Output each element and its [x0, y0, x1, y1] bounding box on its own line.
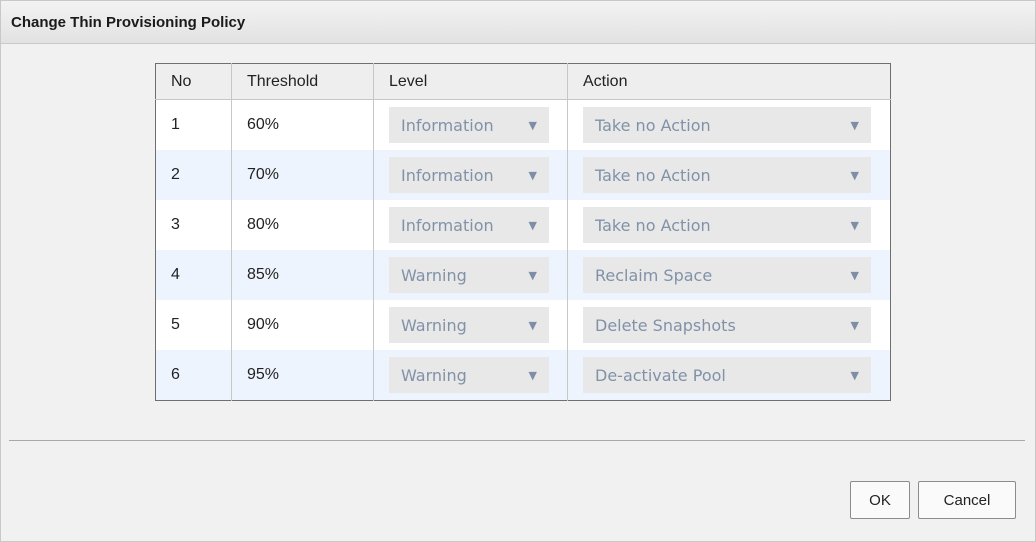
action-select[interactable]: Take no Action ▼ [583, 107, 871, 143]
table-row: 5 90% Warning ▼ Delete Snapshots ▼ [155, 300, 891, 350]
level-cell: Warning ▼ [373, 250, 568, 300]
level-cell: Information ▼ [373, 200, 568, 250]
dropdown-arrow-icon: ▼ [528, 118, 537, 132]
level-select[interactable]: Warning ▼ [389, 357, 549, 393]
row-no: 4 [155, 250, 232, 300]
dialog-titlebar: Change Thin Provisioning Policy [1, 1, 1035, 44]
action-cell: Reclaim Space ▼ [567, 250, 891, 300]
dropdown-arrow-icon: ▼ [850, 368, 859, 382]
level-select[interactable]: Warning ▼ [389, 257, 549, 293]
level-select[interactable]: Warning ▼ [389, 307, 549, 343]
level-select-value: Information [401, 215, 494, 235]
row-no: 2 [155, 150, 232, 200]
level-cell: Information ▼ [373, 99, 568, 150]
action-select[interactable]: De-activate Pool ▼ [583, 357, 871, 393]
row-no: 5 [155, 300, 232, 350]
table-row: 3 80% Information ▼ Take no Action ▼ [155, 200, 891, 250]
dropdown-arrow-icon: ▼ [528, 168, 537, 182]
action-cell: Take no Action ▼ [567, 150, 891, 200]
action-select-value: Take no Action [595, 115, 711, 135]
row-no: 1 [155, 99, 232, 150]
action-select-value: Take no Action [595, 215, 711, 235]
level-select-value: Warning [401, 365, 467, 385]
table-row: 2 70% Information ▼ Take no Action ▼ [155, 150, 891, 200]
row-no: 3 [155, 200, 232, 250]
dropdown-arrow-icon: ▼ [850, 318, 859, 332]
dropdown-arrow-icon: ▼ [528, 318, 537, 332]
action-cell: Delete Snapshots ▼ [568, 300, 891, 350]
table-row: 6 95% Warning ▼ De-activate Pool ▼ [155, 350, 891, 401]
level-select[interactable]: Information ▼ [389, 157, 549, 193]
dropdown-arrow-icon: ▼ [850, 218, 859, 232]
table-row: 1 60% Information ▼ Take no Action ▼ [155, 99, 891, 151]
dropdown-arrow-icon: ▼ [850, 118, 859, 132]
header-action: Action [567, 63, 891, 100]
row-threshold: 90% [231, 300, 374, 350]
row-threshold: 95% [231, 350, 374, 401]
cancel-button[interactable]: Cancel [918, 481, 1016, 519]
dropdown-arrow-icon: ▼ [528, 268, 537, 282]
level-cell: Information ▼ [373, 150, 568, 200]
dialog-title: Change Thin Provisioning Policy [11, 13, 246, 31]
row-threshold: 60% [231, 99, 374, 150]
dropdown-arrow-icon: ▼ [528, 368, 537, 382]
header-level: Level [373, 63, 568, 100]
level-select-value: Warning [401, 265, 467, 285]
action-cell: Take no Action ▼ [568, 200, 891, 250]
dropdown-arrow-icon: ▼ [850, 168, 859, 182]
action-select[interactable]: Take no Action ▼ [583, 157, 871, 193]
action-cell: Take no Action ▼ [568, 100, 891, 151]
row-threshold: 70% [231, 150, 374, 200]
footer-divider [9, 440, 1025, 441]
row-no: 6 [155, 350, 232, 401]
header-threshold: Threshold [231, 63, 374, 100]
level-cell: Warning ▼ [373, 350, 568, 401]
row-threshold: 85% [231, 250, 374, 300]
action-select[interactable]: Take no Action ▼ [583, 207, 871, 243]
action-select-value: Reclaim Space [595, 265, 713, 285]
change-thin-provisioning-policy-dialog: Change Thin Provisioning Policy No Thres… [0, 0, 1036, 542]
level-select[interactable]: Information ▼ [389, 207, 549, 243]
table-header-row: No Threshold Level Action [155, 63, 891, 100]
action-select-value: De-activate Pool [595, 365, 726, 385]
level-select[interactable]: Information ▼ [389, 107, 549, 143]
action-select-value: Take no Action [595, 165, 711, 185]
table-row: 4 85% Warning ▼ Reclaim Space ▼ [155, 250, 891, 300]
level-select-value: Information [401, 115, 494, 135]
header-no: No [155, 63, 232, 100]
level-cell: Warning ▼ [373, 300, 568, 350]
level-select-value: Information [401, 165, 494, 185]
action-select-value: Delete Snapshots [595, 315, 736, 335]
dropdown-arrow-icon: ▼ [528, 218, 537, 232]
dropdown-arrow-icon: ▼ [850, 268, 859, 282]
ok-button[interactable]: OK [850, 481, 910, 519]
level-select-value: Warning [401, 315, 467, 335]
action-select[interactable]: Reclaim Space ▼ [583, 257, 871, 293]
policy-table: No Threshold Level Action 1 60% Informat… [155, 63, 891, 401]
action-select[interactable]: Delete Snapshots ▼ [583, 307, 871, 343]
row-threshold: 80% [231, 200, 374, 250]
action-cell: De-activate Pool ▼ [567, 350, 891, 401]
